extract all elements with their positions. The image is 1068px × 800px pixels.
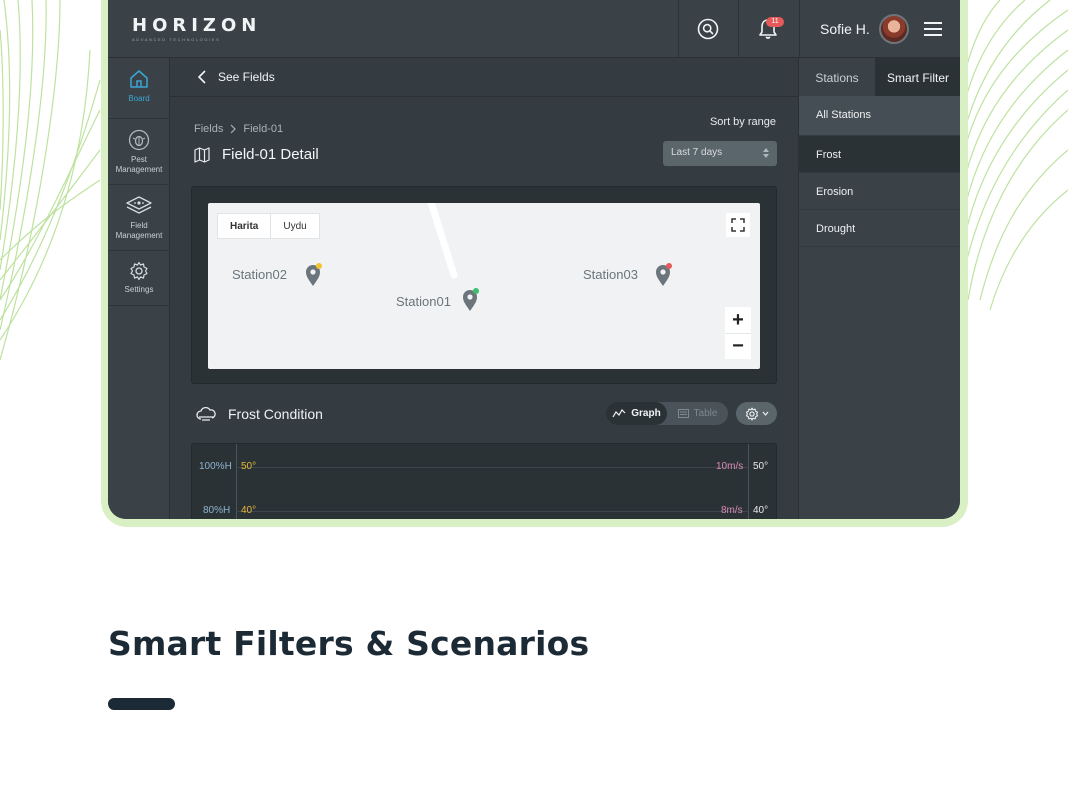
tab-uydu[interactable]: Uydu — [271, 214, 318, 238]
nav-label: Field Management — [115, 221, 163, 240]
nav-label: Board — [128, 94, 150, 103]
temperature-tick: 50° — [241, 461, 257, 472]
humidity-tick: 100%H — [199, 461, 232, 472]
divider — [678, 0, 679, 58]
page-title-text: Field-01 Detail — [222, 146, 319, 163]
filter-item-all-stations[interactable]: All Stations — [799, 96, 960, 136]
divider — [799, 0, 800, 58]
headline-underline — [108, 698, 175, 710]
chevron-right-icon — [230, 124, 237, 134]
sub-header: See Fields — [170, 58, 798, 97]
map-card: Harita Uydu + − Station02 Station01 Stat… — [191, 186, 777, 384]
nav-label: Pest Management — [115, 155, 163, 174]
map-pin-icon[interactable] — [305, 263, 323, 287]
wind-tick: 10m/s — [716, 461, 744, 472]
table-view-label: Table — [693, 408, 718, 419]
notification-badge: 11 — [766, 17, 784, 27]
temperature-right-tick: 40° — [753, 505, 769, 516]
fullscreen-button[interactable] — [726, 213, 750, 237]
sort-range-select[interactable]: Last 7 days — [663, 141, 777, 166]
nav-item-pest-management[interactable]: Pest Management — [108, 120, 170, 185]
brand-tagline: ADVANCED TECHNOLOGIES — [132, 37, 221, 42]
view-toggle: Graph Table — [606, 402, 728, 425]
grid-line — [236, 511, 748, 512]
section-headline: Smart Filters & Scenarios — [108, 624, 590, 663]
zoom-out-button[interactable]: − — [725, 333, 751, 359]
right-panel: Stations Smart Filter All Stations Frost… — [798, 58, 960, 519]
frost-chart: 100%H 80%H 50° 40° 10m/s 8m/s 50° 40° — [191, 443, 777, 519]
brand-name: HORIZON — [132, 15, 262, 36]
zoom-controls: + − — [725, 307, 751, 359]
top-bar: HORIZON ADVANCED TECHNOLOGIES 11 Sofie H… — [108, 0, 960, 58]
user-name[interactable]: Sofie H. — [820, 21, 870, 37]
filter-item-erosion[interactable]: Erosion — [799, 173, 960, 210]
nav-item-settings[interactable]: Settings — [108, 252, 170, 306]
map-icon — [194, 146, 210, 163]
sort-range-value: Last 7 days — [671, 147, 723, 158]
select-arrows-icon — [763, 148, 769, 158]
right-panel-tabs: Stations Smart Filter — [799, 58, 960, 96]
bug-icon — [128, 129, 150, 151]
field-icon — [126, 196, 152, 214]
gear-icon — [745, 407, 758, 420]
status-dot — [316, 263, 322, 269]
map-pin-icon[interactable] — [462, 288, 480, 312]
brand-logo[interactable]: HORIZON ADVANCED TECHNOLOGIES — [132, 15, 261, 42]
filter-item-drought[interactable]: Drought — [799, 210, 960, 247]
left-axis-line — [236, 444, 237, 519]
station-label[interactable]: Station01 — [396, 294, 451, 309]
search-icon — [697, 18, 719, 40]
gear-icon — [130, 261, 148, 281]
chart-settings-button[interactable] — [736, 402, 777, 425]
nav-item-field-management[interactable]: Field Management — [108, 186, 170, 251]
station-label[interactable]: Station03 — [583, 267, 638, 282]
fullscreen-icon — [731, 218, 745, 232]
section-title: Frost Condition — [196, 406, 323, 422]
status-dot — [666, 263, 672, 269]
menu-icon[interactable] — [924, 21, 942, 37]
avatar[interactable] — [879, 14, 909, 44]
humidity-tick: 80%H — [203, 505, 231, 516]
station-label[interactable]: Station02 — [232, 267, 287, 282]
left-nav: Board Pest Management Field Management S… — [108, 58, 170, 519]
zoom-in-button[interactable]: + — [725, 307, 751, 333]
back-link[interactable]: See Fields — [198, 70, 275, 84]
search-button[interactable] — [695, 16, 721, 42]
temperature-right-tick: 50° — [753, 461, 769, 472]
status-dot — [473, 288, 479, 294]
frost-cloud-icon — [196, 406, 216, 421]
line-chart-icon — [612, 409, 626, 418]
nav-item-board[interactable]: Board — [108, 58, 170, 119]
tab-smart-filter[interactable]: Smart Filter — [875, 58, 960, 96]
app-screen: HORIZON ADVANCED TECHNOLOGIES 11 Sofie H… — [108, 0, 960, 519]
temperature-tick: 40° — [241, 505, 257, 516]
station-map[interactable]: Harita Uydu + − Station02 Station01 Stat… — [208, 203, 760, 369]
map-type-tabs: Harita Uydu — [217, 213, 320, 239]
nav-label: Settings — [124, 285, 154, 294]
home-icon — [130, 70, 148, 88]
breadcrumb-root[interactable]: Fields — [194, 123, 223, 135]
table-view-button[interactable]: Table — [667, 402, 728, 425]
graph-view-button[interactable]: Graph — [606, 402, 667, 425]
graph-view-label: Graph — [631, 408, 661, 419]
sort-label: Sort by range — [709, 116, 776, 128]
chevron-left-icon — [198, 70, 206, 84]
chevron-down-icon — [762, 411, 768, 416]
section-title-text: Frost Condition — [228, 406, 323, 422]
tab-stations[interactable]: Stations — [799, 58, 875, 96]
tab-harita[interactable]: Harita — [218, 214, 272, 238]
divider — [738, 0, 739, 58]
back-link-label: See Fields — [218, 70, 275, 84]
wind-tick: 8m/s — [721, 505, 743, 516]
filter-item-frost[interactable]: Frost — [799, 136, 960, 173]
breadcrumb: Fields Field-01 — [194, 123, 283, 135]
map-pin-icon[interactable] — [655, 263, 673, 287]
breadcrumb-current: Field-01 — [243, 123, 284, 135]
page-title: Field-01 Detail — [194, 146, 319, 163]
table-icon — [677, 409, 689, 418]
right-axis-line — [748, 444, 749, 519]
main-content: See Fields Fields Field-01 Field-01 Deta… — [170, 58, 798, 519]
grid-line — [236, 467, 748, 468]
